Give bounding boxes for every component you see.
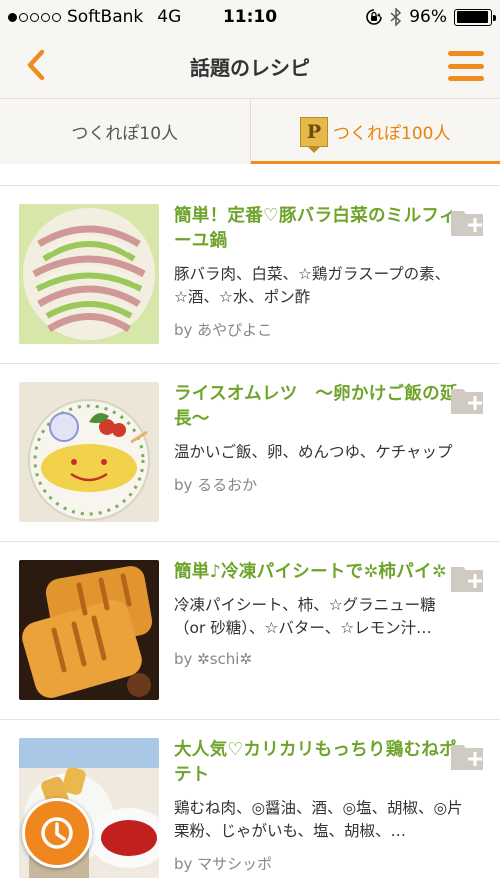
add-to-folder-icon[interactable] — [450, 742, 486, 772]
bluetooth-icon — [390, 8, 402, 26]
add-to-folder-icon[interactable] — [450, 386, 486, 416]
hamburger-menu-icon[interactable] — [448, 51, 484, 81]
recipe-title[interactable]: 簡単！定番♡豚バラ白菜のミルフィーユ鍋 — [174, 204, 464, 254]
recipe-ingredients: 豚バラ肉、白菜、☆鶏ガラスープの素、☆酒、☆水、ポン酢 — [174, 265, 451, 306]
recipe-title[interactable]: ライスオムレツ ～卵かけご飯の延長～ — [174, 382, 464, 432]
status-time: 11:10 — [222, 7, 278, 27]
recipe-thumbnail[interactable] — [19, 560, 159, 700]
signal-strength-icon — [8, 12, 61, 22]
recipe-ingredients: 温かいご飯、卵、めんつゆ、ケチャップ — [174, 443, 453, 461]
chevron-left-icon[interactable] — [20, 48, 54, 82]
navigation-bar: 話題のレシピ — [0, 34, 500, 98]
tab-tsukurepo-100[interactable]: P つくれぽ100人 — [249, 99, 500, 164]
status-bar: SoftBank 4G 11:10 96% — [0, 0, 500, 34]
tab-label: つくれぽ100人 — [333, 124, 451, 144]
recipe-card[interactable]: 簡単♪冷凍パイシートで✲柿パイ✲ 冷凍パイシート、柿、☆グラニュー糖（or 砂糖… — [0, 542, 500, 720]
page-title: 話題のレシピ — [190, 55, 310, 80]
list-divider — [0, 164, 500, 186]
battery-icon — [454, 8, 496, 26]
recipe-author[interactable]: by あやぴよこ — [174, 319, 464, 340]
carrier-name: SoftBank — [67, 7, 144, 27]
clock-icon — [41, 817, 73, 849]
recipe-thumbnail[interactable] — [19, 204, 159, 344]
recipe-ingredients: 鶏むね肉、◎醤油、酒、◎塩、胡椒、◎片栗粉、じゃがいも、塩、胡椒、… — [174, 799, 463, 840]
tab-label: つくれぽ10人 — [71, 124, 179, 144]
battery-percentage: 96% — [409, 7, 447, 27]
recipe-title[interactable]: 簡単♪冷凍パイシートで✲柿パイ✲ — [174, 560, 464, 585]
history-clock-button[interactable] — [22, 798, 92, 868]
recipe-ingredients: 冷凍パイシート、柿、☆グラニュー糖（or 砂糖）、☆バター、☆レモン汁… — [174, 596, 436, 637]
recipe-author[interactable]: by マサシッポ — [174, 853, 464, 874]
network-type: 4G — [157, 7, 182, 27]
add-to-folder-icon[interactable] — [450, 208, 486, 238]
tab-tsukurepo-10[interactable]: つくれぽ10人 — [0, 99, 250, 164]
premium-badge-icon: P — [300, 116, 329, 153]
tab-bar: つくれぽ10人 P つくれぽ100人 — [0, 98, 500, 164]
recipe-author[interactable]: by ✲schi✲ — [174, 650, 464, 668]
recipe-thumbnail[interactable] — [19, 382, 159, 522]
add-to-folder-icon[interactable] — [450, 564, 486, 594]
recipe-list[interactable]: 簡単！定番♡豚バラ白菜のミルフィーユ鍋 豚バラ肉、白菜、☆鶏ガラスープの素、☆酒… — [0, 164, 500, 886]
recipe-author[interactable]: by るるおか — [174, 474, 464, 495]
rotation-lock-icon — [366, 9, 383, 25]
recipe-card[interactable]: ライスオムレツ ～卵かけご飯の延長～ 温かいご飯、卵、めんつゆ、ケチャップ by… — [0, 364, 500, 542]
recipe-card[interactable]: 簡単！定番♡豚バラ白菜のミルフィーユ鍋 豚バラ肉、白菜、☆鶏ガラスープの素、☆酒… — [0, 186, 500, 364]
recipe-title[interactable]: 大人気♡カリカリもっちり鶏むねポテト — [174, 738, 464, 788]
